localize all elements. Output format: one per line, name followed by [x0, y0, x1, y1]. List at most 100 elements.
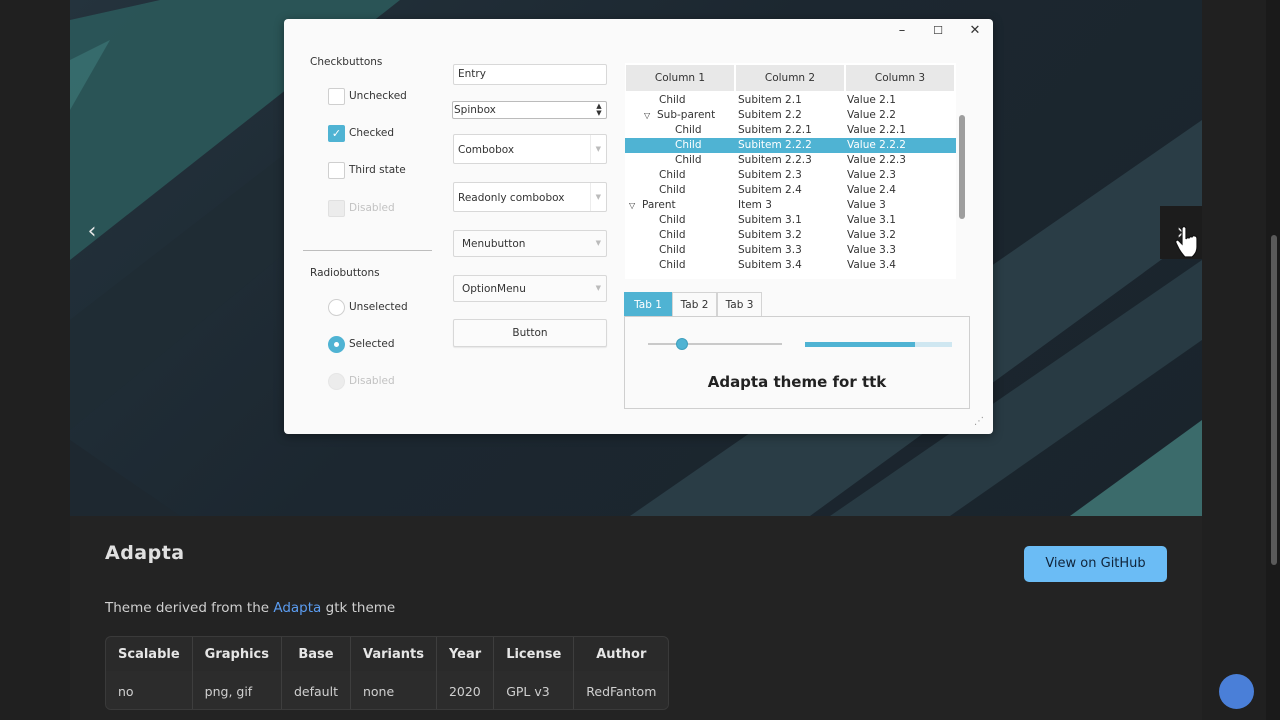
tree-cell: Value 2.4 [847, 184, 896, 196]
floating-action-button[interactable] [1219, 674, 1254, 709]
tree-cell: Value 3.1 [847, 214, 896, 226]
tree-row[interactable]: Child Subitem 3.1 Value 3.1 [625, 213, 956, 228]
tree-cell: Child [675, 139, 702, 151]
menubutton[interactable]: Menubutton ▼ [453, 230, 607, 257]
tab-1[interactable]: Tab 1 [624, 292, 672, 317]
header-author: Author [596, 646, 647, 662]
tree-cell: Item 3 [738, 199, 772, 211]
tree-row[interactable]: Child Subitem 3.4 Value 3.4 [625, 258, 956, 273]
tree-cell: Child [659, 229, 686, 241]
page-scrollbar[interactable] [1266, 0, 1280, 720]
radio-label: Disabled [349, 375, 395, 387]
checkbox-checked[interactable]: ✓ [328, 125, 345, 142]
carousel-prev-button[interactable]: ‹ [80, 216, 104, 248]
tree-cell: Child [659, 259, 686, 271]
tree-scrollbar[interactable] [956, 63, 969, 279]
spinbox-field[interactable]: Spinbox ▲ ▼ [452, 101, 607, 119]
combobox-value: Combobox [458, 144, 515, 156]
tree-cell: Value 2.2.3 [847, 154, 906, 166]
tree-cell: Subitem 3.4 [738, 259, 802, 271]
combobox[interactable]: Combobox ▼ [453, 134, 607, 164]
tree-header-col3[interactable]: Column 3 [846, 65, 954, 91]
checkbox-label: Third state [349, 164, 406, 176]
tree-cell: Parent [642, 199, 676, 211]
tree-cell: Value 2.2.2 [847, 139, 906, 151]
tree-cell: Child [675, 124, 702, 136]
tree-cell: Subitem 3.3 [738, 244, 802, 256]
tree-cell: Child [659, 214, 686, 226]
checkbox-unchecked[interactable] [328, 88, 345, 105]
tree-row[interactable]: ▽ Sub-parent Subitem 2.2 Value 2.2 [625, 108, 956, 123]
entry-field[interactable]: Entry [453, 64, 607, 85]
tree-row[interactable]: Child Subitem 2.1 Value 2.1 [625, 93, 956, 108]
treeview[interactable]: Column 1 Column 2 Column 3 Child Subitem … [625, 63, 956, 279]
tree-header-col2[interactable]: Column 2 [736, 65, 844, 91]
tree-cell: Child [675, 154, 702, 166]
spinbox-value: Spinbox [454, 104, 496, 116]
tree-row[interactable]: Child Subitem 2.3 Value 2.3 [625, 168, 956, 183]
tree-row[interactable]: Child Subitem 3.3 Value 3.3 [625, 243, 956, 258]
tree-header-col1[interactable]: Column 1 [626, 65, 734, 91]
chevron-down-icon[interactable]: ▼ [596, 193, 601, 201]
tree-cell: Child [659, 184, 686, 196]
tree-cell: Value 2.1 [847, 94, 896, 106]
tree-row[interactable]: Child Subitem 2.2.3 Value 2.2.3 [625, 153, 956, 168]
scrollbar-thumb[interactable] [959, 115, 965, 219]
radio-label: Selected [349, 338, 395, 350]
value-variants: none [350, 671, 437, 709]
demo-button[interactable]: Button [453, 319, 607, 347]
radio-selected[interactable] [328, 336, 345, 353]
spin-arrows-icon[interactable]: ▲ ▼ [594, 103, 604, 117]
description-text: gtk theme [321, 600, 396, 616]
value-scalable: no [106, 671, 193, 709]
tree-row[interactable]: Child Subitem 3.2 Value 3.2 [625, 228, 956, 243]
tree-row[interactable]: Child Subitem 2.2.2 Value 2.2.2 [625, 138, 956, 153]
value-year: 2020 [436, 671, 495, 709]
tree-row[interactable]: Child Subitem 2.4 Value 2.4 [625, 183, 956, 198]
tree-cell: Value 3.4 [847, 259, 896, 271]
tab-2[interactable]: Tab 2 [672, 292, 717, 317]
tree-cell: Sub-parent [657, 109, 716, 121]
tree-cell: Subitem 3.2 [738, 229, 802, 241]
tree-cell: Subitem 2.2.1 [738, 124, 812, 136]
radio-disabled [328, 373, 345, 390]
scrollbar-thumb[interactable] [1271, 235, 1277, 565]
scale-handle[interactable] [676, 338, 688, 350]
tree-cell: Subitem 2.2 [738, 109, 802, 121]
tree-cell: Value 2.2.1 [847, 124, 906, 136]
entry-value: Entry [458, 68, 486, 80]
radio-label: Unselected [349, 301, 408, 313]
readonly-combobox[interactable]: Readonly combobox ▼ [453, 182, 607, 212]
expand-triangle-icon[interactable]: ▽ [644, 108, 650, 123]
tree-cell: Subitem 2.1 [738, 94, 802, 106]
optionmenu[interactable]: OptionMenu ▼ [453, 275, 607, 302]
radiobuttons-heading: Radiobuttons [310, 267, 380, 279]
theme-metadata-table: Scalable Graphics Base Variants Year Lic… [105, 636, 670, 710]
header-license: License [493, 637, 575, 671]
optionmenu-label: OptionMenu [462, 283, 526, 295]
close-icon[interactable]: ✕ [965, 21, 985, 41]
checkbox-disabled [328, 200, 345, 217]
progressbar-fill [805, 342, 915, 347]
tree-row[interactable]: ▽ Parent Item 3 Value 3 [625, 198, 956, 213]
tree-cell: Subitem 2.3 [738, 169, 802, 181]
resize-grip-icon[interactable]: ⋰ [974, 416, 984, 427]
tree-row[interactable]: Child Subitem 2.2.1 Value 2.2.1 [625, 123, 956, 138]
tree-cell: Child [659, 244, 686, 256]
adapta-link[interactable]: Adapta [273, 600, 321, 616]
view-on-github-button[interactable]: View on GitHub [1024, 546, 1167, 582]
checkbox-label: Disabled [349, 202, 395, 214]
chevron-down-icon[interactable]: ▼ [596, 145, 601, 153]
checkbox-third-state[interactable] [328, 162, 345, 179]
expand-triangle-icon[interactable]: ▽ [629, 198, 635, 213]
notebook-pane [624, 316, 970, 409]
header-year: Year [436, 637, 495, 671]
scale-track[interactable] [648, 343, 782, 345]
tab-3[interactable]: Tab 3 [717, 292, 762, 317]
maximize-icon[interactable]: ☐ [928, 21, 948, 41]
checkbox-label: Unchecked [349, 90, 407, 102]
tree-cell: Value 2.2 [847, 109, 896, 121]
theme-description: Theme derived from the Adapta gtk theme [105, 600, 395, 616]
radio-unselected[interactable] [328, 299, 345, 316]
minimize-icon[interactable]: – [892, 21, 912, 41]
